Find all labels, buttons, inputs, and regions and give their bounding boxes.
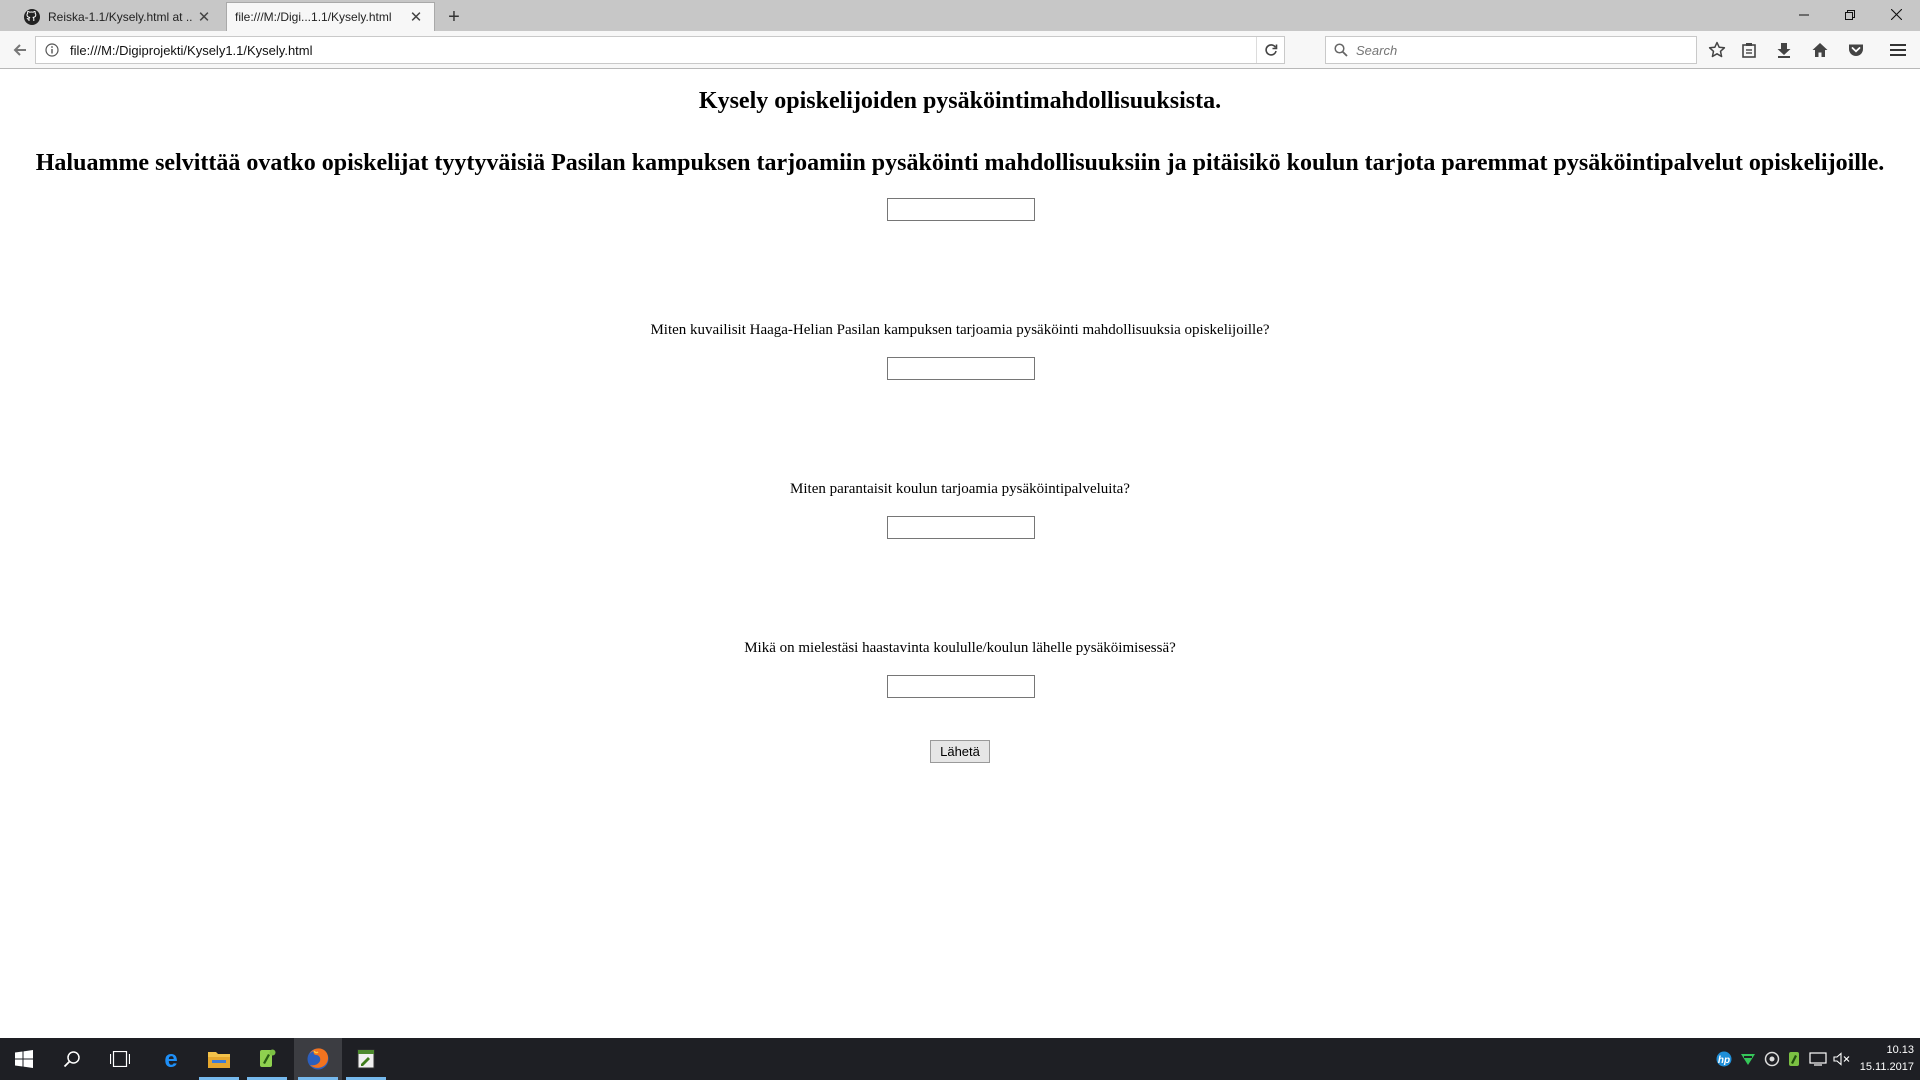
edge-icon: e <box>164 1048 177 1070</box>
question-label: Mikä on mielestäsi haastavinta koululle/… <box>744 640 1176 656</box>
address-bar[interactable]: file:///M:/Digiprojekti/Kysely1.1/Kysely… <box>35 36 1285 64</box>
firefox-icon <box>307 1048 329 1070</box>
greenshot-tray-icon[interactable] <box>1736 1038 1760 1080</box>
page-content: Kysely opiskelijoiden pysäköintimahdolli… <box>0 70 1920 1038</box>
close-window-button[interactable] <box>1873 0 1919 29</box>
answer-field-2[interactable] <box>887 357 1035 380</box>
notepadpp-tray[interactable] <box>1782 1038 1806 1080</box>
svg-text:hp: hp <box>1718 1055 1730 1066</box>
back-button[interactable] <box>6 36 34 64</box>
github-icon <box>24 8 40 25</box>
close-tab-icon[interactable]: ✕ <box>192 5 216 29</box>
tray-app-icon <box>1764 1051 1780 1067</box>
navigation-bar: file:///M:/Digiprojekti/Kysely1.1/Kysely… <box>0 31 1920 69</box>
clock-time: 10.13 <box>1886 1044 1914 1056</box>
question-label: Miten parantaisit koulun tarjoamia pysäk… <box>790 481 1130 497</box>
home-button[interactable] <box>1804 36 1836 64</box>
taskbar: e hp 10.13 15.11.2017 <box>0 1038 1920 1080</box>
pocket-button[interactable] <box>1840 36 1872 64</box>
task-view-icon <box>110 1051 130 1067</box>
taskbar-firefox[interactable] <box>294 1038 342 1080</box>
search-bar[interactable] <box>1325 36 1697 64</box>
taskbar-notepadpp[interactable] <box>243 1038 291 1080</box>
answer-field-1[interactable] <box>887 198 1035 221</box>
network-tray[interactable] <box>1806 1038 1830 1080</box>
hp-tray-icon[interactable]: hp <box>1712 1038 1736 1080</box>
home-icon <box>1812 43 1828 57</box>
pocket-icon <box>1849 44 1863 56</box>
bookmark-button[interactable] <box>1701 36 1733 64</box>
tab-title: file:///M:/Digi...1.1/Kysely.html <box>235 10 392 24</box>
hamburger-menu-icon <box>1890 44 1906 56</box>
reload-icon <box>1264 44 1277 56</box>
back-arrow-icon <box>13 44 26 56</box>
notepadpp-tray-icon <box>1789 1052 1799 1066</box>
submit-button[interactable]: Lähetä <box>930 740 990 763</box>
answer-field-4[interactable] <box>887 675 1035 698</box>
taskbar-file-explorer[interactable] <box>195 1038 243 1080</box>
clipboard-icon <box>1742 43 1756 58</box>
tab-github[interactable]: Reiska-1.1/Kysely.html at ... ✕ <box>14 2 222 31</box>
answer-field-3[interactable] <box>887 516 1035 539</box>
file-explorer-icon <box>208 1052 230 1068</box>
taskbar-clock[interactable]: 10.13 15.11.2017 <box>1852 1042 1914 1076</box>
minimize-button[interactable] <box>1781 0 1827 29</box>
reload-button[interactable] <box>1256 37 1284 63</box>
download-icon <box>1777 43 1791 58</box>
search-input[interactable] <box>1356 42 1676 58</box>
restore-icon <box>1845 9 1855 20</box>
tab-strip: Reiska-1.1/Kysely.html at ... ✕ file:///… <box>0 0 1920 31</box>
tab-title: Reiska-1.1/Kysely.html at ... <box>48 9 192 24</box>
page-title: Kysely opiskelijoiden pysäköintimahdolli… <box>698 88 1222 114</box>
star-icon <box>1708 41 1726 58</box>
network-icon <box>1809 1052 1827 1066</box>
app-tray-icon[interactable] <box>1760 1038 1784 1080</box>
hp-icon: hp <box>1716 1051 1732 1067</box>
page-intro: Haluamme selvittää ovatko opiskelijat ty… <box>35 150 1885 176</box>
start-button[interactable] <box>0 1038 48 1080</box>
reading-list-button[interactable] <box>1733 36 1765 64</box>
clock-date: 15.11.2017 <box>1859 1061 1914 1073</box>
new-tab-button[interactable]: + <box>441 4 467 30</box>
editor-icon <box>357 1049 375 1069</box>
volume-muted-icon <box>1833 1052 1850 1066</box>
question-label: Miten kuvailisit Haaga-Helian Pasilan ka… <box>650 322 1270 338</box>
taskbar-edge[interactable]: e <box>147 1038 195 1080</box>
task-view-button[interactable] <box>96 1038 144 1080</box>
windows-start-icon <box>15 1050 33 1068</box>
tab-kysely[interactable]: file:///M:/Digi...1.1/Kysely.html ✕ <box>226 2 435 31</box>
address-text[interactable]: file:///M:/Digiprojekti/Kysely1.1/Kysely… <box>70 43 1256 58</box>
minimize-icon <box>1799 14 1809 15</box>
taskbar-search-button[interactable] <box>48 1038 96 1080</box>
taskbar-editor[interactable] <box>342 1038 390 1080</box>
close-icon <box>1890 9 1902 20</box>
volume-tray[interactable] <box>1830 1038 1854 1080</box>
close-tab-icon[interactable]: ✕ <box>404 5 428 29</box>
restore-button[interactable] <box>1827 0 1873 29</box>
menu-button[interactable] <box>1882 36 1914 64</box>
search-icon <box>63 1051 80 1068</box>
greenshot-icon <box>1741 1054 1755 1065</box>
downloads-button[interactable] <box>1768 36 1800 64</box>
info-icon[interactable] <box>42 40 62 60</box>
svg-text:e: e <box>164 1048 177 1070</box>
search-icon <box>1334 42 1350 58</box>
notepadpp-icon <box>260 1049 276 1067</box>
